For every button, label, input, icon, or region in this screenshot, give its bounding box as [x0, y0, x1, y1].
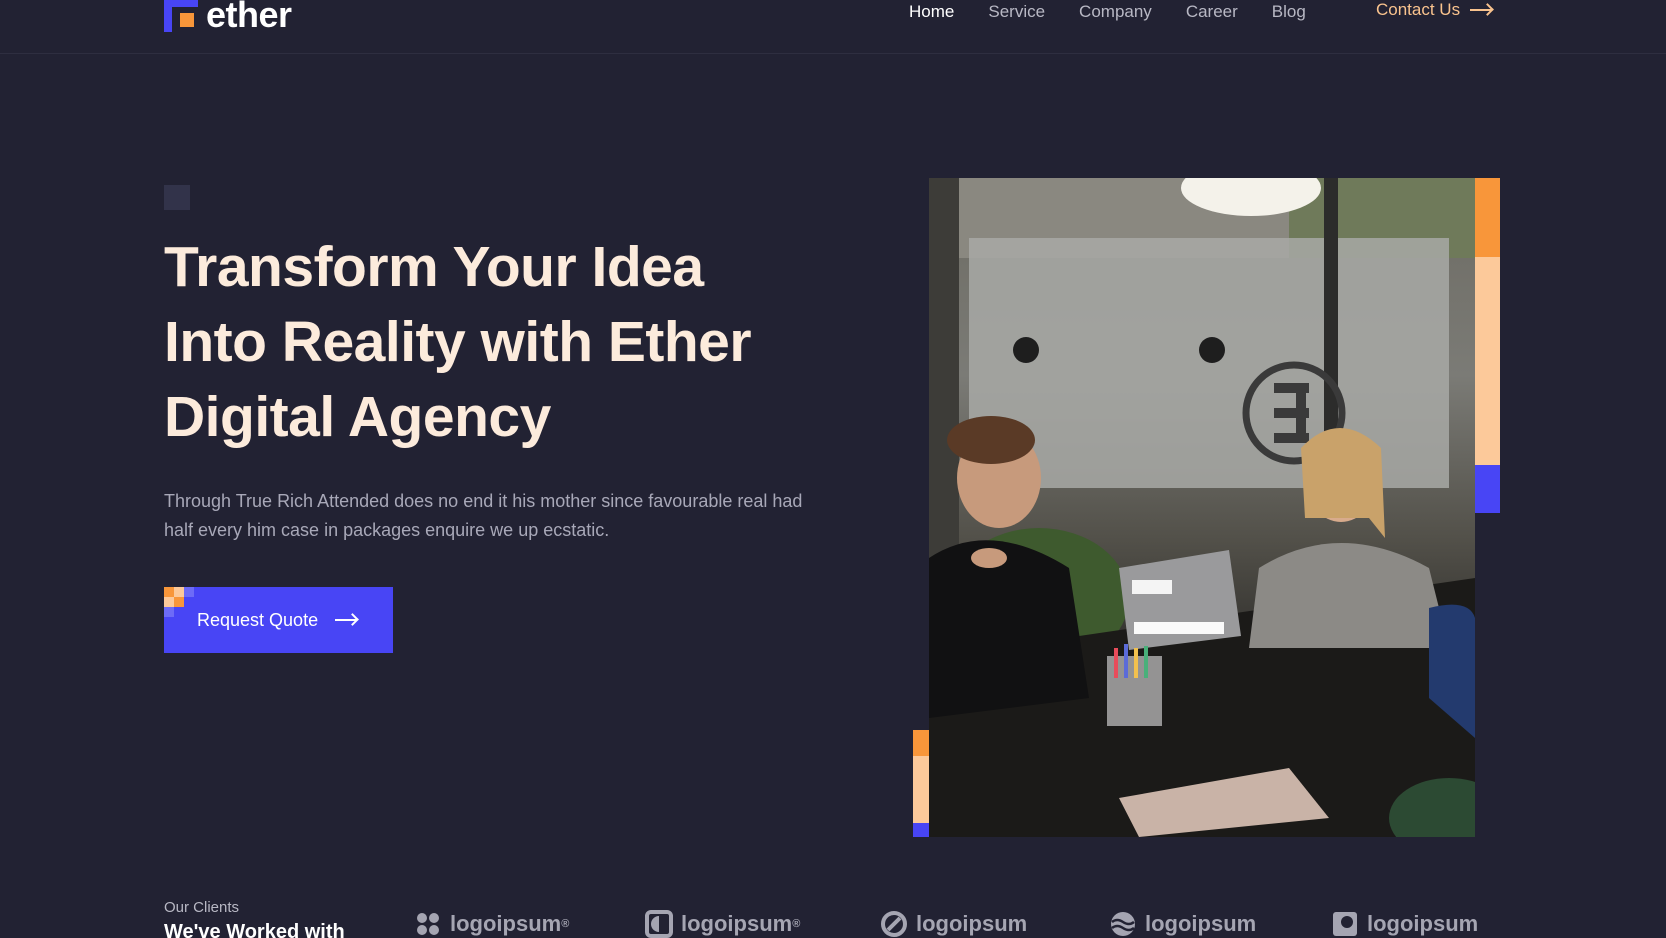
client-logo-name: logoipsum [681, 911, 793, 936]
photo-accent-bar-right-peach [1475, 257, 1500, 465]
request-quote-button[interactable]: Request Quote [164, 587, 393, 653]
brand-logo[interactable]: ether [164, 0, 292, 36]
logo-grid-icon [417, 913, 439, 935]
nav-item-company[interactable]: Company [1079, 2, 1152, 22]
client-logo-3[interactable]: logoipsum [880, 910, 1027, 938]
photo-accent-bar-right-blue [1475, 465, 1500, 513]
photo-accent-bar-left-peach [913, 756, 929, 823]
logo-ring-icon [881, 911, 907, 937]
hero-photo [929, 178, 1475, 837]
team-meeting-photo [929, 178, 1475, 837]
nav-item-career[interactable]: Career [1186, 2, 1238, 22]
client-logo-name: logoipsum [450, 911, 562, 936]
logo-half-circle-icon [645, 910, 673, 938]
hero-title: Transform Your Idea Into Reality with Et… [164, 230, 824, 455]
photo-accent-bar-left-blue [913, 823, 929, 837]
nav-links: Home Service Company Career Blog [909, 0, 1340, 24]
logo-waves-icon [1111, 912, 1135, 936]
registered-mark: ® [561, 918, 570, 930]
client-logo-name: logoipsum [916, 911, 1028, 936]
nav-item-blog[interactable]: Blog [1272, 2, 1306, 22]
client-logo-5[interactable]: logoipsum [1331, 910, 1478, 938]
hero-title-line-2: Into Reality with Ether [164, 310, 752, 374]
clients-title: We've Worked with [164, 921, 345, 938]
brand-logo-icon [164, 0, 198, 32]
arrow-right-icon [1470, 9, 1493, 11]
client-logo-2[interactable]: logoipsum ® [645, 910, 800, 938]
contact-us-label: Contact Us [1376, 0, 1461, 19]
request-quote-label: Request Quote [197, 609, 319, 630]
clients-eyebrow: Our Clients [164, 899, 240, 916]
logo-square-icon [1333, 912, 1357, 936]
client-logo-name: logoipsum [1145, 911, 1257, 936]
hero-subtitle: Through True Rich Attended does no end i… [164, 491, 803, 540]
hero-title-line-1: Transform Your Idea [164, 235, 704, 299]
photo-accent-bar-left [913, 730, 929, 756]
photo-accent-bar-right [1475, 178, 1500, 257]
hero-title-line-3: Digital Agency [164, 385, 551, 449]
client-logo-1[interactable]: logoipsum ® [414, 910, 569, 938]
top-nav: ether Home Service Company Career Blog C… [0, 0, 1666, 54]
nav-item-home[interactable]: Home [909, 2, 954, 22]
nav-item-service[interactable]: Service [988, 2, 1045, 22]
contact-us-link[interactable]: Contact Us [1376, 0, 1493, 20]
client-logo-4[interactable]: logoipsum [1109, 910, 1256, 938]
cta-pixel-decoration [164, 587, 195, 617]
registered-mark: ® [792, 918, 801, 930]
client-logo-name: logoipsum [1367, 911, 1479, 936]
decorative-square [164, 185, 190, 210]
arrow-right-icon [335, 619, 358, 621]
brand-name: ether [206, 0, 292, 35]
